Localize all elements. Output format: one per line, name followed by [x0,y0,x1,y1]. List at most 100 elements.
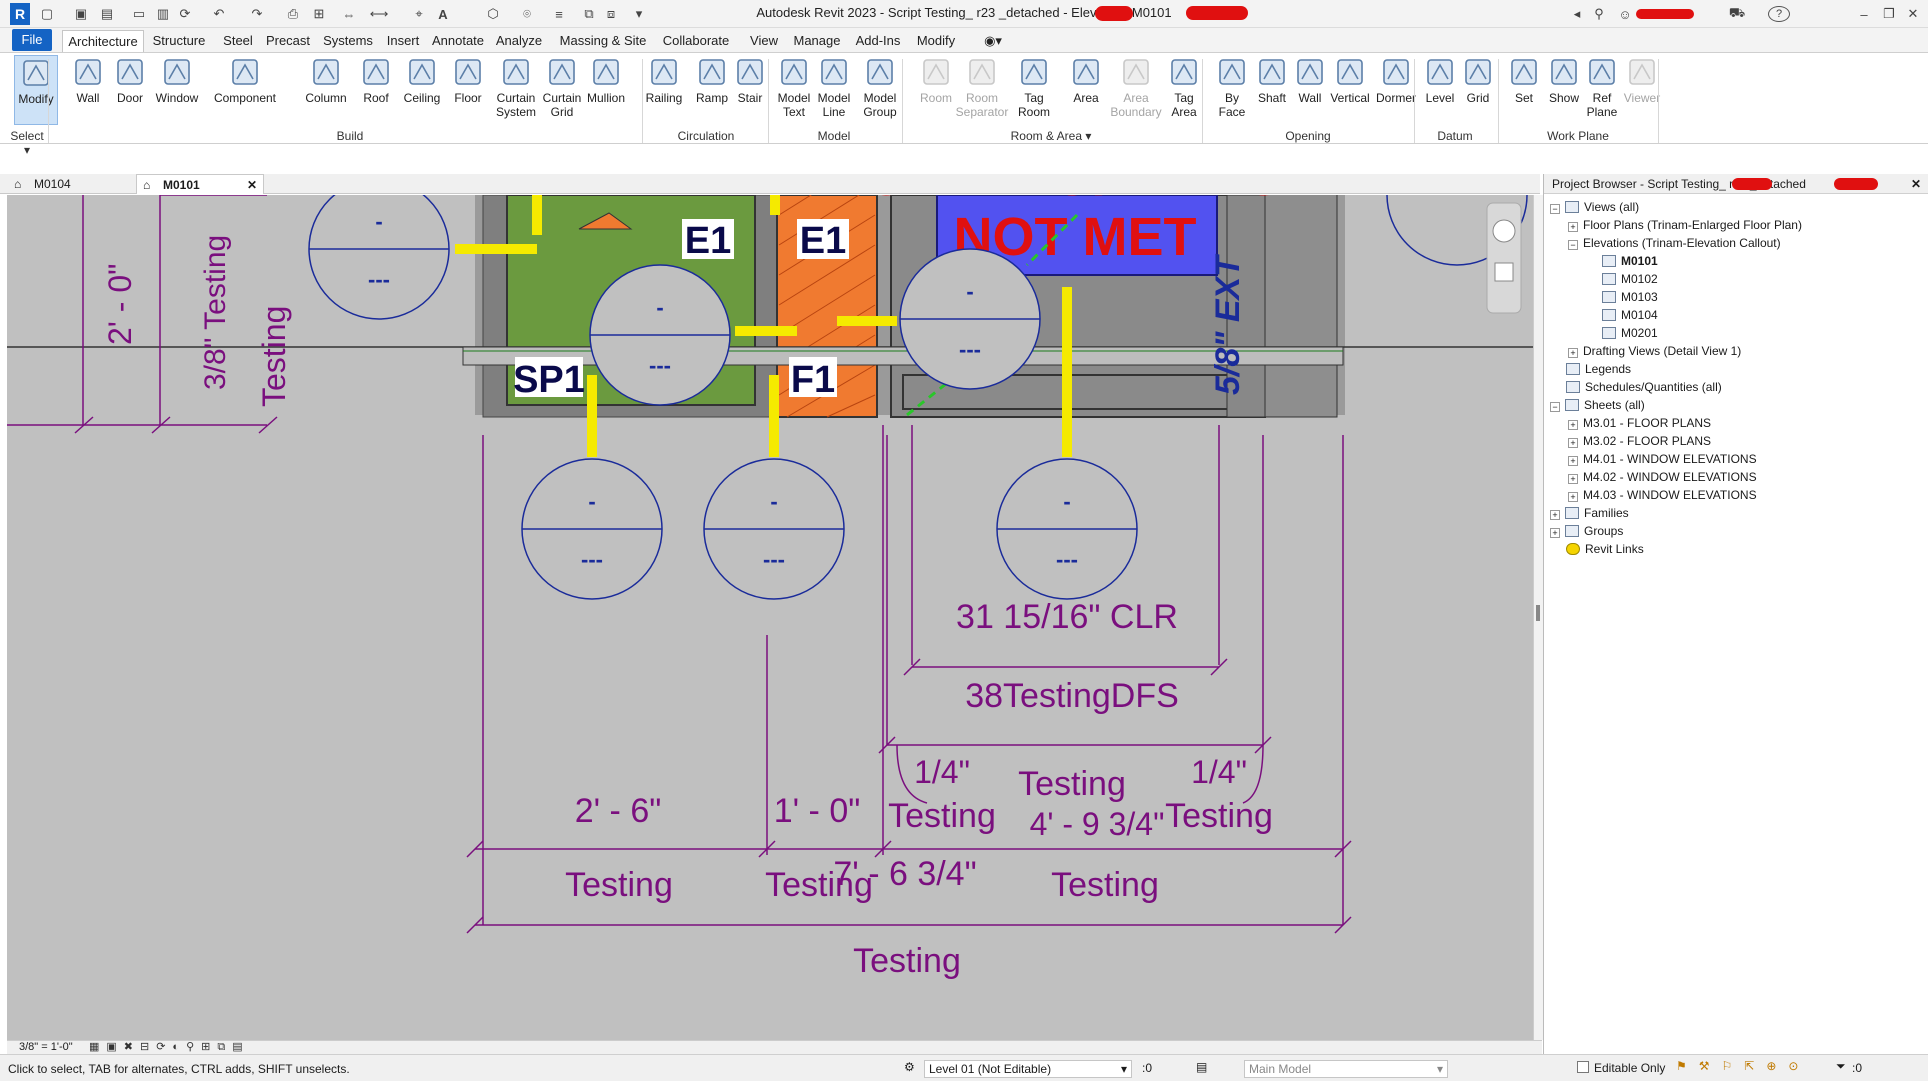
ribbon-column-button[interactable]: Column [298,55,354,125]
tab-massing-site[interactable]: Massing & Site [556,30,650,52]
ribbon-dormer-button[interactable]: Dormer [1374,55,1418,125]
switch-windows-icon[interactable]: ⧈ [602,4,620,24]
tree-item[interactable]: + M4.01 - WINDOW ELEVATIONS [1568,450,1757,468]
expand-icon[interactable]: + [1550,528,1560,538]
tree-item[interactable]: M0104 [1586,306,1658,324]
tree-item[interactable]: M0101 [1586,252,1658,270]
tree-item[interactable]: + Floor Plans (Trinam-Enlarged Floor Plan… [1568,216,1802,234]
tree-item[interactable]: M0103 [1586,288,1658,306]
callout-tag[interactable]: - --- [589,264,731,406]
ribbon-show-button[interactable]: Show [1544,55,1584,125]
ribbon-floor-button[interactable]: Floor [446,55,490,125]
view-scale[interactable]: 3/8" = 1'-0" [19,1041,73,1053]
tree-item[interactable]: + M4.02 - WINDOW ELEVATIONS [1568,468,1757,486]
tree-item[interactable]: + Drafting Views (Detail View 1) [1568,342,1741,360]
panel-label-room-area[interactable]: Room & Area ▾ [902,129,1200,143]
ribbon-curtain-grid-button[interactable]: Curtain Grid [540,55,584,125]
ribbon-area-boundary-button[interactable]: Area Boundary [1108,55,1164,125]
ribbon-room-separator-button[interactable]: Room Separator [954,55,1010,125]
drawing-canvas[interactable]: CLEAR OPENING NOT MET 5/8" EXT E1 E1 SP1… [7,195,1542,1040]
collapse-icon[interactable]: − [1568,240,1578,250]
revit-logo[interactable]: R [10,3,30,25]
help-icon[interactable]: ? [1768,6,1790,22]
tree-item[interactable]: M0102 [1586,270,1658,288]
selection-filter-icons[interactable]: ⚑⚒⚐⇱⊕⊙ [1676,1059,1810,1073]
ribbon-railing-button[interactable]: Railing [642,55,686,125]
tab-collaborate[interactable]: Collaborate [656,30,736,52]
chevron-left-icon[interactable]: ◂ [1570,4,1584,24]
elevation-drawing[interactable]: CLEAR OPENING NOT MET 5/8" EXT E1 E1 SP1… [7,195,1542,1040]
tab-m0101[interactable]: ⌂ M0101 ✕ [136,174,264,194]
collapse-icon[interactable]: − [1550,402,1560,412]
scroll-thumb[interactable] [1536,605,1540,621]
customize-qat-icon[interactable]: ▾ [632,4,646,24]
section-icon[interactable]: ⌾ [518,4,536,24]
ribbon-roof-button[interactable]: Roof [356,55,396,125]
ribbon-viewer-button[interactable]: Viewer [1622,55,1662,125]
panel-label-select[interactable]: Select ▾ [8,129,46,157]
callout-tag[interactable]: - --- [521,458,663,600]
tree-item[interactable]: + M3.02 - FLOOR PLANS [1568,432,1711,450]
close-tab-icon[interactable]: ✕ [247,175,257,195]
ribbon-grid-button[interactable]: Grid [1458,55,1498,125]
ribbon-door-button[interactable]: Door [110,55,150,125]
open-folder-icon[interactable]: ▭ [130,4,148,24]
new-icon[interactable]: ▤ [98,4,116,24]
expand-icon[interactable]: + [1568,474,1578,484]
ribbon-model-line-button[interactable]: Model Line [814,55,854,125]
ribbon-modify-button[interactable]: Modify [14,55,58,125]
tab-modify[interactable]: Modify [912,30,960,52]
tree-item[interactable]: Schedules/Quantities (all) [1550,378,1722,396]
ribbon-ceiling-button[interactable]: Ceiling [398,55,446,125]
ribbon-by-face-button[interactable]: By Face [1212,55,1252,125]
ribbon-model-text-button[interactable]: Model Text [774,55,814,125]
minimize-icon[interactable]: – [1855,4,1873,24]
tree-item[interactable]: Revit Links [1550,540,1644,558]
ribbon-shaft-button[interactable]: Shaft [1252,55,1292,125]
ribbon-tag-room-button[interactable]: Tag Room [1012,55,1056,125]
cart-icon[interactable]: ⛟ [1728,4,1746,24]
close-icon[interactable]: ✕ [1911,174,1921,194]
expand-icon[interactable]: + [1568,420,1578,430]
binoculars-icon[interactable]: ⚲ [1590,4,1608,24]
home-icon[interactable]: ▢ [38,4,56,24]
ribbon-ref-plane-button[interactable]: Ref Plane [1582,55,1622,125]
tab-architecture[interactable]: Architecture [62,30,144,52]
collapse-icon[interactable]: − [1550,204,1560,214]
tab-view[interactable]: View [745,30,783,52]
view-control-icons[interactable]: ▦▣✖⊟⟳◐⚲⊞⧉▤ [89,1040,250,1054]
ribbon-tag-area-button[interactable]: Tag Area [1162,55,1206,125]
save-icon[interactable]: ▥ [154,4,172,24]
ribbon-wall-button[interactable]: Wall [68,55,108,125]
close-icon[interactable]: ✕ [1904,4,1922,24]
tree-item[interactable]: Legends [1550,360,1631,378]
ribbon-component-button[interactable]: Component [206,55,284,125]
expand-icon[interactable]: + [1568,222,1578,232]
tab-analyze[interactable]: Analyze [490,30,548,52]
tab-precast[interactable]: Precast [262,30,314,52]
align-icon[interactable]: ⇔ [340,4,358,24]
expand-icon[interactable]: + [1568,438,1578,448]
ribbon-room-button[interactable]: Room [916,55,956,125]
ribbon-ramp-button[interactable]: Ramp [692,55,732,125]
measure-icon[interactable]: ⊞ [310,4,328,24]
expand-icon[interactable]: + [1568,492,1578,502]
tab-insert[interactable]: Insert [382,30,424,52]
tab-structure[interactable]: Structure [148,30,210,52]
ribbon-set-button[interactable]: Set [1504,55,1544,125]
filter-icon[interactable]: ⏷ [1836,1059,1846,1074]
thin-lines-icon[interactable]: ≡ [550,4,568,24]
ribbon-options-icon[interactable]: ◉▾ [978,30,1008,52]
callout-tag[interactable]: - --- [899,248,1041,390]
tree-item[interactable]: + M3.01 - FLOOR PLANS [1568,414,1711,432]
user-icon[interactable]: ☺ [1616,4,1634,24]
editable-only-checkbox[interactable] [1577,1061,1589,1073]
ribbon-model-group-button[interactable]: Model Group [858,55,902,125]
tab-steel[interactable]: Steel [218,30,258,52]
close-hidden-icon[interactable]: ⧉ [580,4,598,24]
ribbon-window-button[interactable]: Window [152,55,202,125]
tag-icon[interactable]: ⌖ [410,4,428,24]
level-select[interactable]: Level 01 (Not Editable) ▾ [924,1060,1132,1078]
restore-icon[interactable]: ❐ [1880,4,1898,24]
worksets-icon[interactable]: ⚙ [904,1060,915,1074]
